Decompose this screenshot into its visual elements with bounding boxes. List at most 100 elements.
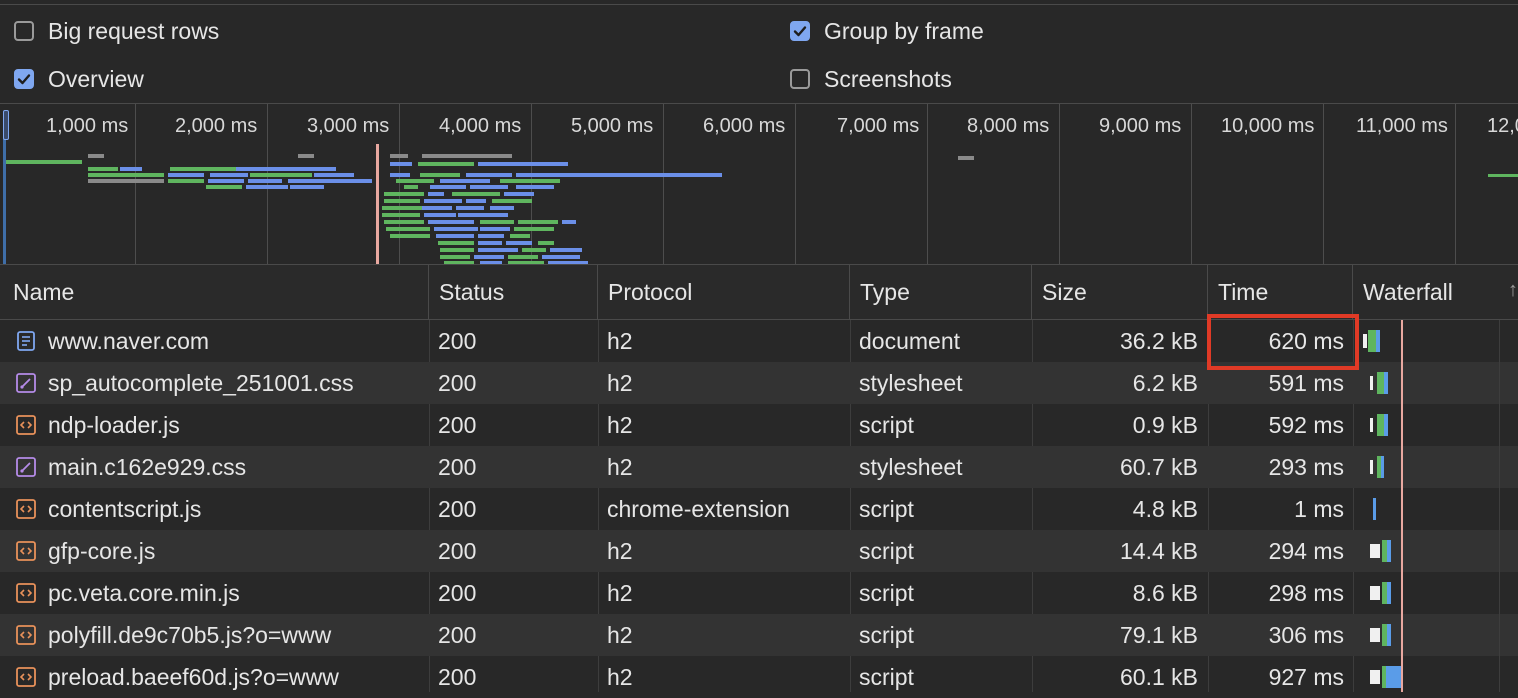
waterfall-download-bar xyxy=(1386,666,1402,688)
waterfall-download-bar xyxy=(1376,330,1380,352)
request-bar xyxy=(298,154,314,158)
big-request-rows-checkbox[interactable] xyxy=(14,21,34,41)
request-name[interactable]: contentscript.js xyxy=(48,488,426,530)
request-bar xyxy=(478,241,502,245)
request-status: 200 xyxy=(438,328,477,354)
request-bar xyxy=(516,173,722,177)
waterfall-download-bar xyxy=(1384,414,1388,436)
request-name[interactable]: www.naver.com xyxy=(48,320,426,362)
waterfall-waiting-bar xyxy=(1370,586,1380,600)
column-header-type[interactable]: Type xyxy=(850,265,1032,320)
column-header-name[interactable]: Name xyxy=(3,265,429,320)
request-bar xyxy=(542,255,580,259)
request-name[interactable]: polyfill.de9c70b5.js?o=www xyxy=(48,614,426,656)
request-bar xyxy=(88,173,164,177)
request-protocol: h2 xyxy=(607,328,633,354)
script-icon xyxy=(16,499,36,519)
group-by-frame-checkbox[interactable] xyxy=(790,21,810,41)
request-bar xyxy=(422,154,512,158)
table-row[interactable]: contentscript.js 200 chrome-extension scrip… xyxy=(0,488,1518,530)
request-name[interactable]: sp_autocomplete_251001.css xyxy=(48,362,426,404)
request-bar xyxy=(510,234,530,238)
request-name[interactable]: gfp-core.js xyxy=(48,530,426,572)
request-time: 293 ms xyxy=(1268,454,1344,480)
request-bar xyxy=(246,185,288,189)
script-icon xyxy=(16,583,36,603)
request-protocol: h2 xyxy=(607,454,633,480)
screenshots-option[interactable]: Screenshots xyxy=(790,64,952,94)
request-type: script xyxy=(859,580,914,606)
table-row[interactable]: polyfill.de9c70b5.js?o=www 200 h2 script 79.… xyxy=(0,614,1518,656)
waterfall-ttfb-bar xyxy=(1377,372,1384,394)
load-event-line xyxy=(1401,320,1403,692)
request-bar xyxy=(490,206,514,210)
column-header-status[interactable]: Status xyxy=(429,265,598,320)
sort-arrow-icon: ↑ xyxy=(1508,279,1518,301)
request-time: 592 ms xyxy=(1268,412,1344,438)
request-status: 200 xyxy=(438,496,477,522)
request-bar xyxy=(418,162,474,166)
request-size: 6.2 kB xyxy=(1132,370,1198,396)
request-bar xyxy=(504,192,534,196)
request-bar xyxy=(452,192,500,196)
table-header: Name Status Protocol Type Size Time Wate… xyxy=(0,265,1518,320)
network-overview[interactable]: 1,000 ms 2,000 ms 3,000 ms 4,000 ms 5,00… xyxy=(0,103,1518,265)
request-size: 4.8 kB xyxy=(1132,496,1198,522)
request-bar xyxy=(522,248,546,252)
request-bar xyxy=(386,227,430,231)
request-bar xyxy=(516,185,554,189)
request-protocol: h2 xyxy=(607,370,633,396)
table-row[interactable]: main.c162e929.css 200 h2 stylesheet 60.7 kB 2… xyxy=(0,446,1518,488)
request-time: 1 ms xyxy=(1294,496,1344,522)
request-bar xyxy=(562,220,576,224)
request-bar xyxy=(470,185,508,189)
overview-option[interactable]: Overview xyxy=(14,64,144,94)
waterfall-waiting-bar xyxy=(1370,544,1380,558)
table-row[interactable]: ndp-loader.js 200 h2 script 0.9 kB 592 ms xyxy=(0,404,1518,446)
request-bar xyxy=(290,185,324,189)
request-status: 200 xyxy=(438,370,477,396)
big-request-rows-option[interactable]: Big request rows xyxy=(14,16,219,46)
waterfall-download-bar xyxy=(1384,372,1388,394)
request-bar xyxy=(390,162,412,166)
request-name[interactable]: ndp-loader.js xyxy=(48,404,426,446)
request-bar xyxy=(480,220,514,224)
request-name[interactable]: main.c162e929.css xyxy=(48,446,426,488)
request-size: 14.4 kB xyxy=(1120,538,1198,564)
request-type: script xyxy=(859,538,914,564)
request-name[interactable]: pc.veta.core.min.js xyxy=(48,572,426,614)
script-icon xyxy=(16,541,36,561)
request-bar xyxy=(508,255,538,259)
overview-checkbox[interactable] xyxy=(14,69,34,89)
request-bar xyxy=(506,241,532,245)
waterfall-download-bar xyxy=(1387,582,1391,604)
request-type: script xyxy=(859,412,914,438)
screenshots-checkbox[interactable] xyxy=(790,69,810,89)
column-header-time[interactable]: Time xyxy=(1208,265,1353,320)
group-by-frame-option[interactable]: Group by frame xyxy=(790,16,984,46)
waterfall-download-bar xyxy=(1381,456,1384,478)
column-header-size[interactable]: Size xyxy=(1032,265,1208,320)
request-status: 200 xyxy=(438,412,477,438)
group-by-frame-label: Group by frame xyxy=(824,17,984,44)
waterfall-download-bar xyxy=(1387,540,1391,562)
table-row[interactable]: gfp-core.js 200 h2 script 14.4 kB 294 ms xyxy=(0,530,1518,572)
request-bar xyxy=(120,167,142,171)
request-protocol: chrome-extension xyxy=(607,496,790,522)
request-bar xyxy=(424,213,456,217)
column-header-waterfall[interactable]: Waterfall xyxy=(1353,265,1518,320)
request-bar xyxy=(500,179,560,183)
script-icon xyxy=(16,667,36,687)
request-bar xyxy=(440,179,490,183)
request-type: stylesheet xyxy=(859,454,963,480)
request-bar xyxy=(440,255,470,259)
network-settings-panel: Big request rows Group by frame Overview… xyxy=(0,6,1518,102)
request-protocol: h2 xyxy=(607,622,633,648)
request-type: script xyxy=(859,622,914,648)
table-row[interactable]: pc.veta.core.min.js 200 h2 script 8.6 kB 298 … xyxy=(0,572,1518,614)
waterfall-waiting-bar xyxy=(1370,460,1373,474)
column-header-protocol[interactable]: Protocol xyxy=(598,265,850,320)
request-protocol: h2 xyxy=(607,580,633,606)
request-bar xyxy=(958,156,974,160)
request-bar xyxy=(550,248,582,252)
